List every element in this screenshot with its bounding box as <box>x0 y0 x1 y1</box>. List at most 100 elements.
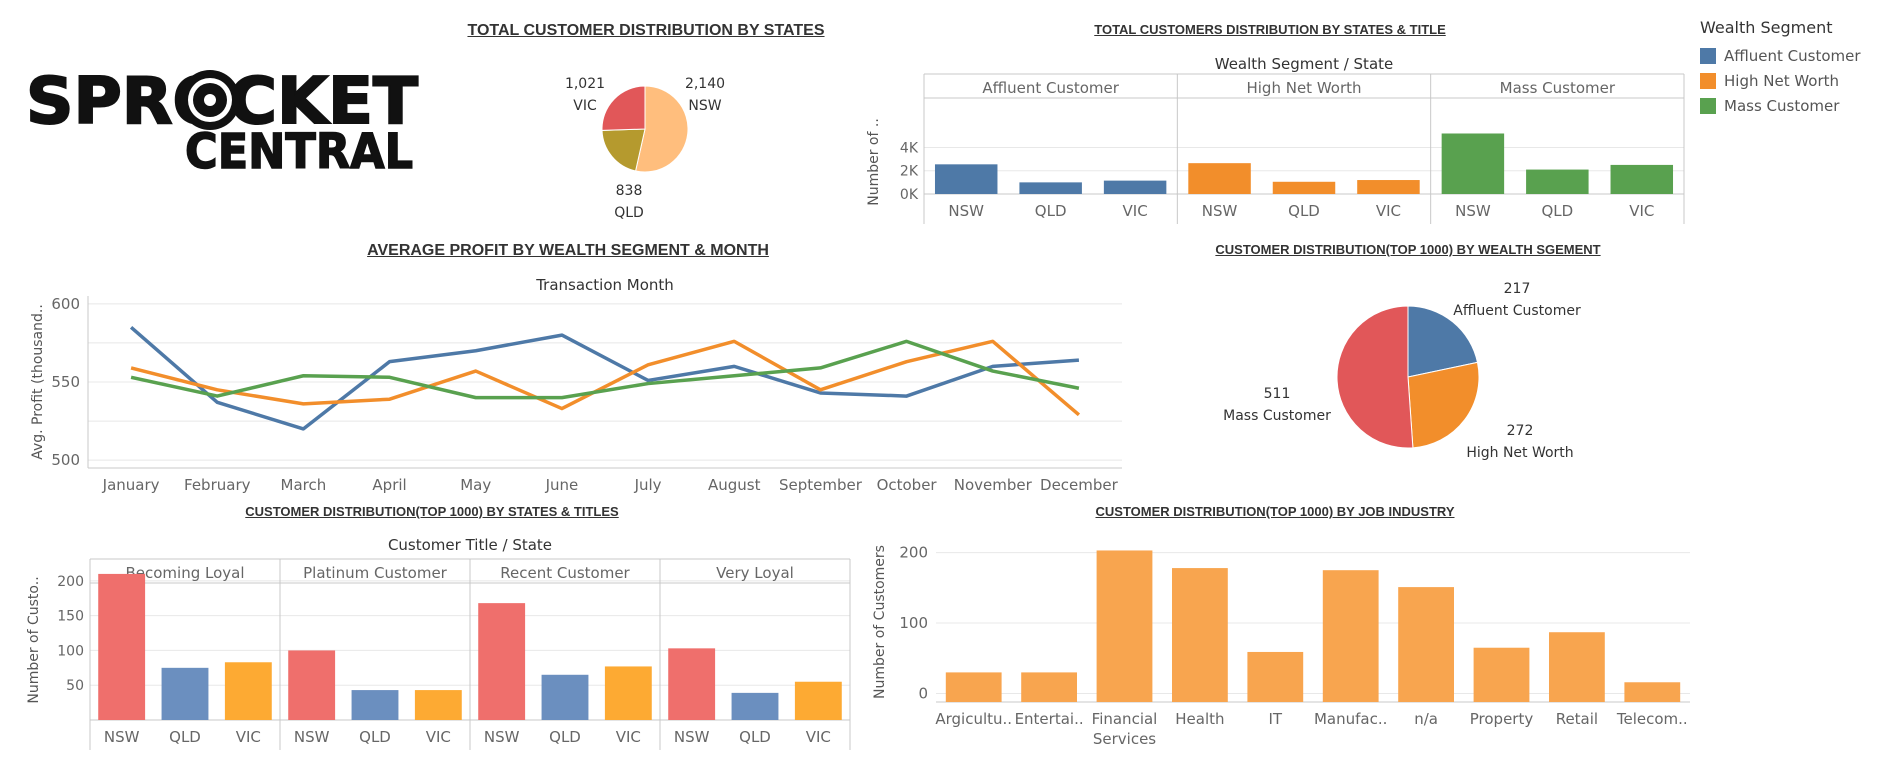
x-tick-label: VIC <box>426 728 451 746</box>
pie-value-label: 272 <box>1507 423 1534 439</box>
pie-value-label: 838 <box>616 183 643 199</box>
y-tick-label: 50 <box>66 678 84 694</box>
states-pie-chart: 2,140 NSW 838 QLD 1,021 VIC <box>565 76 725 221</box>
job-industry-bar-chart: 0 100 200 Number of Customers Argicultu.. Ent… <box>872 544 1690 748</box>
x-tick-label: August <box>708 476 761 494</box>
x-tick-label: December <box>1040 476 1119 494</box>
bar-vic <box>1357 180 1420 194</box>
bar-qld <box>161 667 209 720</box>
x-tick-label: November <box>954 476 1033 494</box>
x-tick-label: QLD <box>169 728 201 746</box>
x-tick-label: NSW <box>948 202 984 220</box>
legend-swatch <box>1700 47 1716 64</box>
y-tick-label: 600 <box>51 295 80 313</box>
x-tick-label: Entertai.. <box>1015 710 1084 728</box>
bar-qld <box>541 674 589 720</box>
x-tick-label: October <box>877 476 938 494</box>
y-axis-label: Number of Customers <box>872 545 888 699</box>
x-tick-label: QLD <box>1541 202 1573 220</box>
legend-label: Mass Customer <box>1724 96 1840 115</box>
x-tick-label: March <box>281 476 327 494</box>
chart-header: Customer Title / State <box>388 536 552 554</box>
pie-category-label: NSW <box>688 98 721 114</box>
bar <box>1021 672 1077 702</box>
bar <box>1549 632 1605 702</box>
x-tick-label: May <box>460 476 491 494</box>
bar-nsw <box>1441 133 1505 194</box>
bar-qld <box>1526 169 1589 194</box>
bar-nsw <box>668 648 716 720</box>
y-tick-label: 200 <box>57 574 84 590</box>
facet-label: Affluent Customer <box>982 79 1119 97</box>
job-industry-title: CUSTOMER DISTRIBUTION(TOP 1000) BY JOB I… <box>1095 504 1455 519</box>
y-axis-label: Avg. Profit (thousand.. <box>30 304 46 460</box>
x-tick-label: Health <box>1175 710 1224 728</box>
legend-swatch <box>1700 72 1716 89</box>
x-tick-label: April <box>372 476 406 494</box>
avg-profit-title: AVERAGE PROFIT BY WEALTH SEGMENT & MONTH <box>367 242 769 259</box>
x-tick-label: NSW <box>294 728 330 746</box>
top-states-titles-title: CUSTOMER DISTRIBUTION(TOP 1000) BY STATE… <box>245 504 619 519</box>
facet-label: Recent Customer <box>500 564 630 582</box>
bar-qld <box>1272 181 1336 194</box>
x-tick-label: IT <box>1269 710 1283 728</box>
bar-vic <box>1610 164 1674 194</box>
bar-vic <box>224 662 272 720</box>
x-tick-label: NSW <box>1455 202 1491 220</box>
bar <box>1172 568 1228 702</box>
x-tick-label: NSW <box>484 728 520 746</box>
wealth-segment-legend: Wealth Segment Affluent Customer High Ne… <box>1700 18 1861 118</box>
y-tick-label: 2K <box>900 164 919 180</box>
x-tick-label: Retail <box>1556 710 1598 728</box>
x-tick-label: January <box>102 476 160 494</box>
x-tick-label: QLD <box>1288 202 1320 220</box>
bar-nsw <box>478 603 526 720</box>
pie-slice-mass-customer <box>1336 305 1414 449</box>
bar-vic <box>414 690 462 720</box>
x-tick-label: VIC <box>236 728 261 746</box>
y-tick-label: 500 <box>51 451 80 469</box>
bar-nsw <box>1188 163 1251 194</box>
y-axis-label: Number of Custo.. <box>26 576 42 703</box>
states-pie-title: TOTAL CUSTOMER DISTRIBUTION BY STATES <box>467 22 825 39</box>
y-tick-label: 0 <box>918 685 928 703</box>
legend-item-affluent[interactable]: Affluent Customer <box>1700 43 1861 68</box>
facet-label: High Net Worth <box>1246 79 1361 97</box>
facet-label: Mass Customer <box>1500 79 1616 97</box>
bar <box>945 672 1002 702</box>
pie-slice-high-net-worth <box>1407 361 1480 449</box>
y-tick-label: 150 <box>57 609 84 625</box>
bar <box>1473 647 1530 702</box>
x-tick-label: VIC <box>1629 202 1654 220</box>
chart-header: Wealth Segment / State <box>1215 55 1394 73</box>
y-tick-label: 550 <box>51 373 80 391</box>
chart-header: Transaction Month <box>535 276 674 294</box>
legend-item-mass-customer[interactable]: Mass Customer <box>1700 93 1861 118</box>
bar-nsw <box>98 573 146 720</box>
x-tick-label: VIC <box>1376 202 1401 220</box>
x-tick-label: September <box>779 476 863 494</box>
pie-value-label: 1,021 <box>565 76 605 92</box>
series-line-mass-customer <box>130 339 1080 400</box>
y-tick-label: 4K <box>900 140 919 156</box>
bar-vic <box>604 666 652 720</box>
pie-category-label: Mass Customer <box>1223 408 1331 424</box>
legend-item-high-net-worth[interactable]: High Net Worth <box>1700 68 1861 93</box>
x-tick-label: VIC <box>616 728 641 746</box>
y-tick-label: 200 <box>899 544 928 562</box>
bar-vic <box>1103 180 1167 194</box>
x-tick-label: NSW <box>1202 202 1238 220</box>
y-tick-label: 100 <box>57 643 84 659</box>
pie-category-label: High Net Worth <box>1466 445 1573 461</box>
pie-value-label: 511 <box>1264 386 1291 402</box>
x-tick-label: Manufac.. <box>1314 710 1387 728</box>
bar <box>1624 682 1681 702</box>
x-tick-label: VIC <box>1123 202 1148 220</box>
bar <box>1096 550 1153 702</box>
legend-label: High Net Worth <box>1724 71 1840 90</box>
x-tick-label: QLD <box>1035 202 1067 220</box>
bar <box>1398 587 1454 702</box>
x-tick-label: Financial Services <box>1092 710 1158 748</box>
x-tick-label: VIC <box>806 728 831 746</box>
x-tick-label: QLD <box>549 728 581 746</box>
